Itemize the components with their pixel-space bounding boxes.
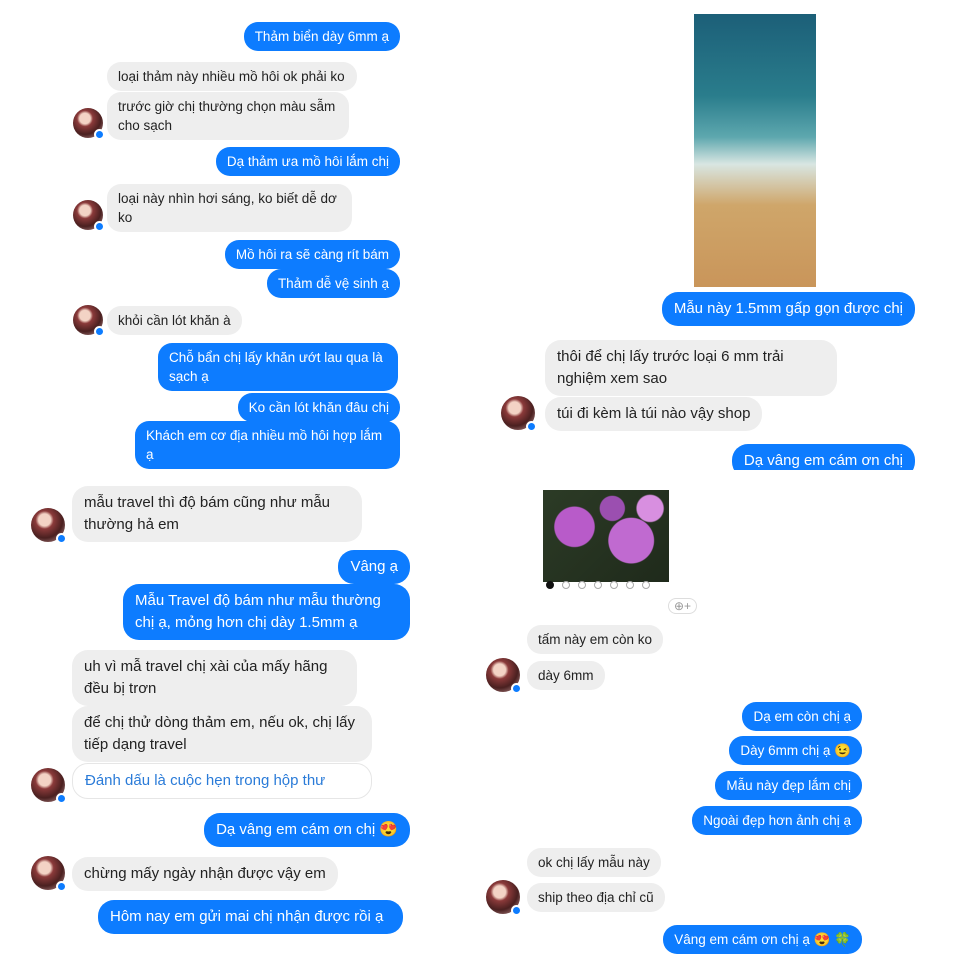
message-outgoing[interactable]: Chỗ bẩn chị lấy khăn ướt lau qua là sạch…: [158, 343, 398, 391]
avatar[interactable]: [73, 108, 105, 140]
message-outgoing[interactable]: Thảm biển dày 6mm ạ: [243, 22, 400, 51]
message-incoming[interactable]: trước giờ chị thường chọn màu sẫm cho sạ…: [107, 92, 349, 140]
avatar[interactable]: [486, 658, 522, 694]
message-incoming[interactable]: mẫu travel thì độ bám cũng như mẫu thườn…: [72, 486, 362, 542]
carousel-dot[interactable]: [594, 581, 602, 589]
message-outgoing[interactable]: Mẫu này 1.5mm gấp gọn được chị: [661, 292, 915, 326]
carousel-dot[interactable]: [626, 581, 634, 589]
message-outgoing[interactable]: Vâng ạ: [338, 550, 410, 584]
avatar[interactable]: [31, 508, 67, 544]
message-outgoing[interactable]: Mẫu này đẹp lắm chị: [715, 771, 862, 800]
message-incoming[interactable]: túi đi kèm là túi nào vậy shop: [545, 397, 763, 431]
message-outgoing[interactable]: Mẫu Travel độ bám như mẫu thường chị ạ, …: [123, 584, 410, 640]
carousel-dot[interactable]: [578, 581, 586, 589]
sea-photo-attachment[interactable]: [694, 14, 816, 287]
message-outgoing[interactable]: Dạ thảm ưa mồ hôi lắm chị: [215, 147, 400, 176]
message-incoming[interactable]: ship theo địa chỉ cũ: [527, 883, 665, 912]
message-outgoing[interactable]: Ngoài đẹp hơn ảnh chị ạ: [692, 806, 862, 835]
avatar[interactable]: [501, 396, 537, 432]
add-reaction-icon[interactable]: ⊕+: [668, 598, 698, 614]
message-outgoing[interactable]: Dạ em còn chị ạ: [742, 702, 862, 731]
avatar[interactable]: [31, 768, 67, 804]
message-incoming[interactable]: để chị thử dòng thảm em, nếu ok, chị lấy…: [72, 706, 372, 762]
message-outgoing[interactable]: Vâng em cám ơn chị ạ 😍 🍀: [663, 925, 862, 954]
mark-appointment-link[interactable]: Đánh dấu là cuộc hẹn trong hộp thư: [72, 763, 372, 799]
chat-panel-top-left: Thảm biển dày 6mm ạ loại thảm này nhiều …: [65, 0, 405, 470]
message-incoming[interactable]: dày 6mm: [527, 661, 605, 690]
message-outgoing[interactable]: Khách em cơ địa nhiều mồ hôi hợp lắm ạ: [135, 421, 400, 469]
message-outgoing[interactable]: Hôm nay em gửi mai chị nhận được rồi ạ: [98, 900, 403, 934]
carousel-dot[interactable]: [642, 581, 650, 589]
carousel-dot[interactable]: [610, 581, 618, 589]
chat-panel-top-right: Mẫu này 1.5mm gấp gọn được chị thôi để c…: [495, 0, 925, 470]
message-outgoing[interactable]: Dạ vâng em cám ơn chị 😍: [204, 813, 410, 847]
message-outgoing[interactable]: Dày 6mm chị ạ 😉: [729, 736, 862, 765]
flower-photo-attachment[interactable]: [543, 490, 669, 582]
avatar[interactable]: [73, 200, 105, 232]
message-outgoing[interactable]: Thảm dễ vệ sinh ạ: [266, 269, 400, 298]
message-incoming[interactable]: loại thảm này nhiều mồ hôi ok phải ko: [107, 62, 357, 91]
message-incoming[interactable]: tấm này em còn ko: [527, 625, 664, 654]
message-incoming[interactable]: chừng mấy ngày nhận được vậy em: [72, 857, 338, 891]
avatar[interactable]: [31, 856, 67, 892]
avatar[interactable]: [486, 880, 522, 916]
carousel-dot[interactable]: [562, 581, 570, 589]
chat-panel-bottom-left: mẫu travel thì độ bám cũng như mẫu thườn…: [25, 478, 415, 948]
carousel-dots: [546, 581, 650, 589]
message-incoming[interactable]: khỏi cần lót khăn à: [107, 306, 242, 335]
message-outgoing[interactable]: Mồ hôi ra sẽ càng rít bám: [224, 240, 400, 269]
message-outgoing[interactable]: Ko cần lót khăn đâu chị: [237, 393, 400, 422]
message-incoming[interactable]: uh vì mẫ travel chị xài của mấy hãng đều…: [72, 650, 357, 706]
carousel-dot[interactable]: [546, 581, 554, 589]
message-outgoing[interactable]: Dạ vâng em cám ơn chị: [731, 444, 915, 470]
chat-panel-bottom-right: ⊕+ tấm này em còn ko dày 6mm Dạ em còn c…: [480, 478, 880, 960]
message-incoming[interactable]: ok chị lấy mẫu này: [527, 848, 661, 877]
avatar[interactable]: [73, 305, 105, 337]
message-incoming[interactable]: thôi để chị lấy trước loại 6 mm trải ngh…: [545, 340, 837, 396]
message-incoming[interactable]: loại này nhìn hơi sáng, ko biết dễ dơ ko: [107, 184, 352, 232]
